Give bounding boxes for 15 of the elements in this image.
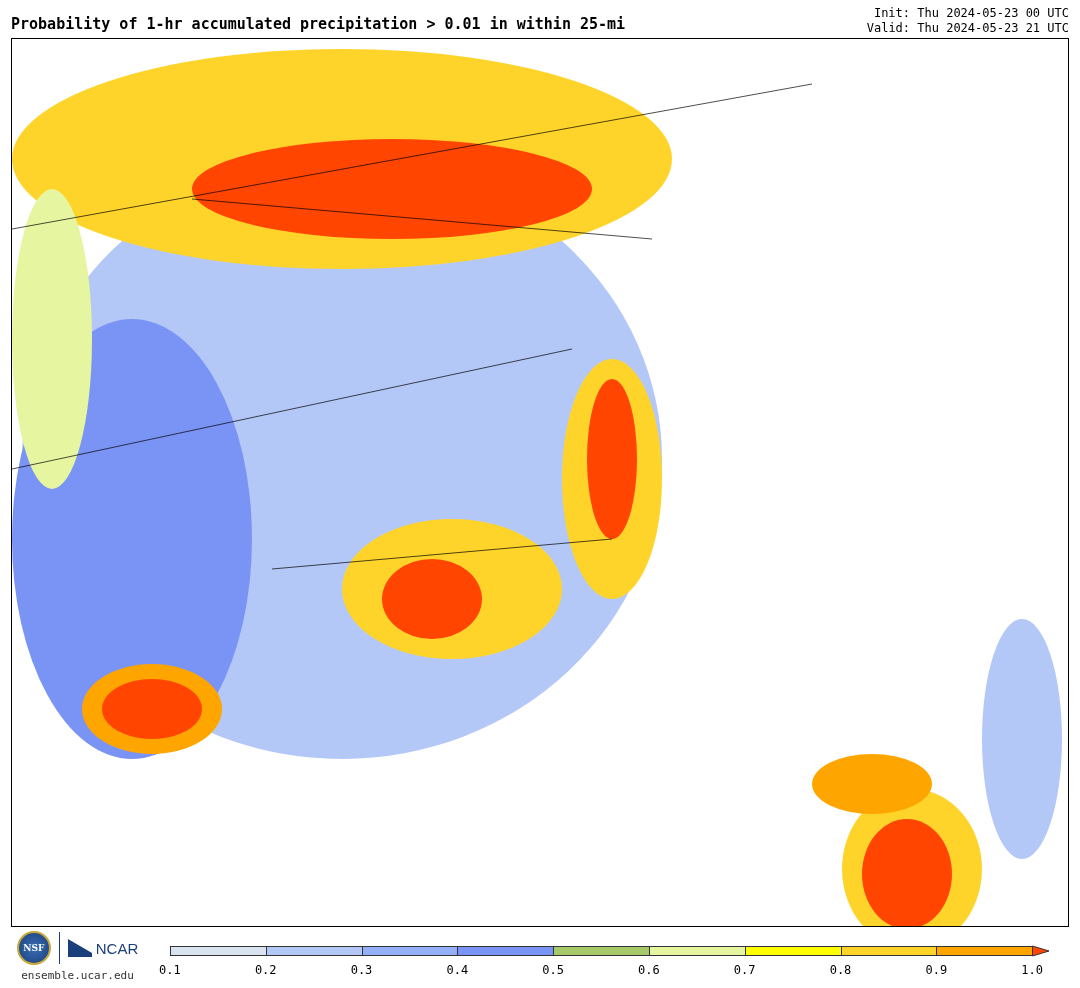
init-time: Init: Thu 2024-05-23 00 UTC (873, 6, 1069, 21)
ncar-logo: NCAR (95, 939, 139, 957)
colorbar-tick-label: 0.5 (541, 963, 565, 977)
valid-time: Valid: Thu 2024-05-23 21 UTC (866, 21, 1069, 36)
colorbar-tick-label: 0.8 (828, 963, 853, 977)
nsf-logo: NSF (16, 931, 51, 965)
chart-title: Probability of 1-hr accumulated precipitation > 0.01 in within 25-mi (11, 15, 626, 35)
colorbar-tick-label: 0.2 (253, 963, 278, 977)
site-url: ensemble.ucar.edu (21, 969, 134, 982)
colorbar-tick-label: 1.0 (1020, 963, 1044, 977)
colorbar-tick-label: 0.3 (349, 963, 374, 977)
colorbar-tick-label: 0.9 (924, 963, 949, 977)
colorbar-tick-label: 0.7 (732, 963, 757, 977)
colorbar-tick-label: 0.6 (637, 963, 661, 977)
colorbar-tick-label: 0.4 (445, 963, 470, 977)
